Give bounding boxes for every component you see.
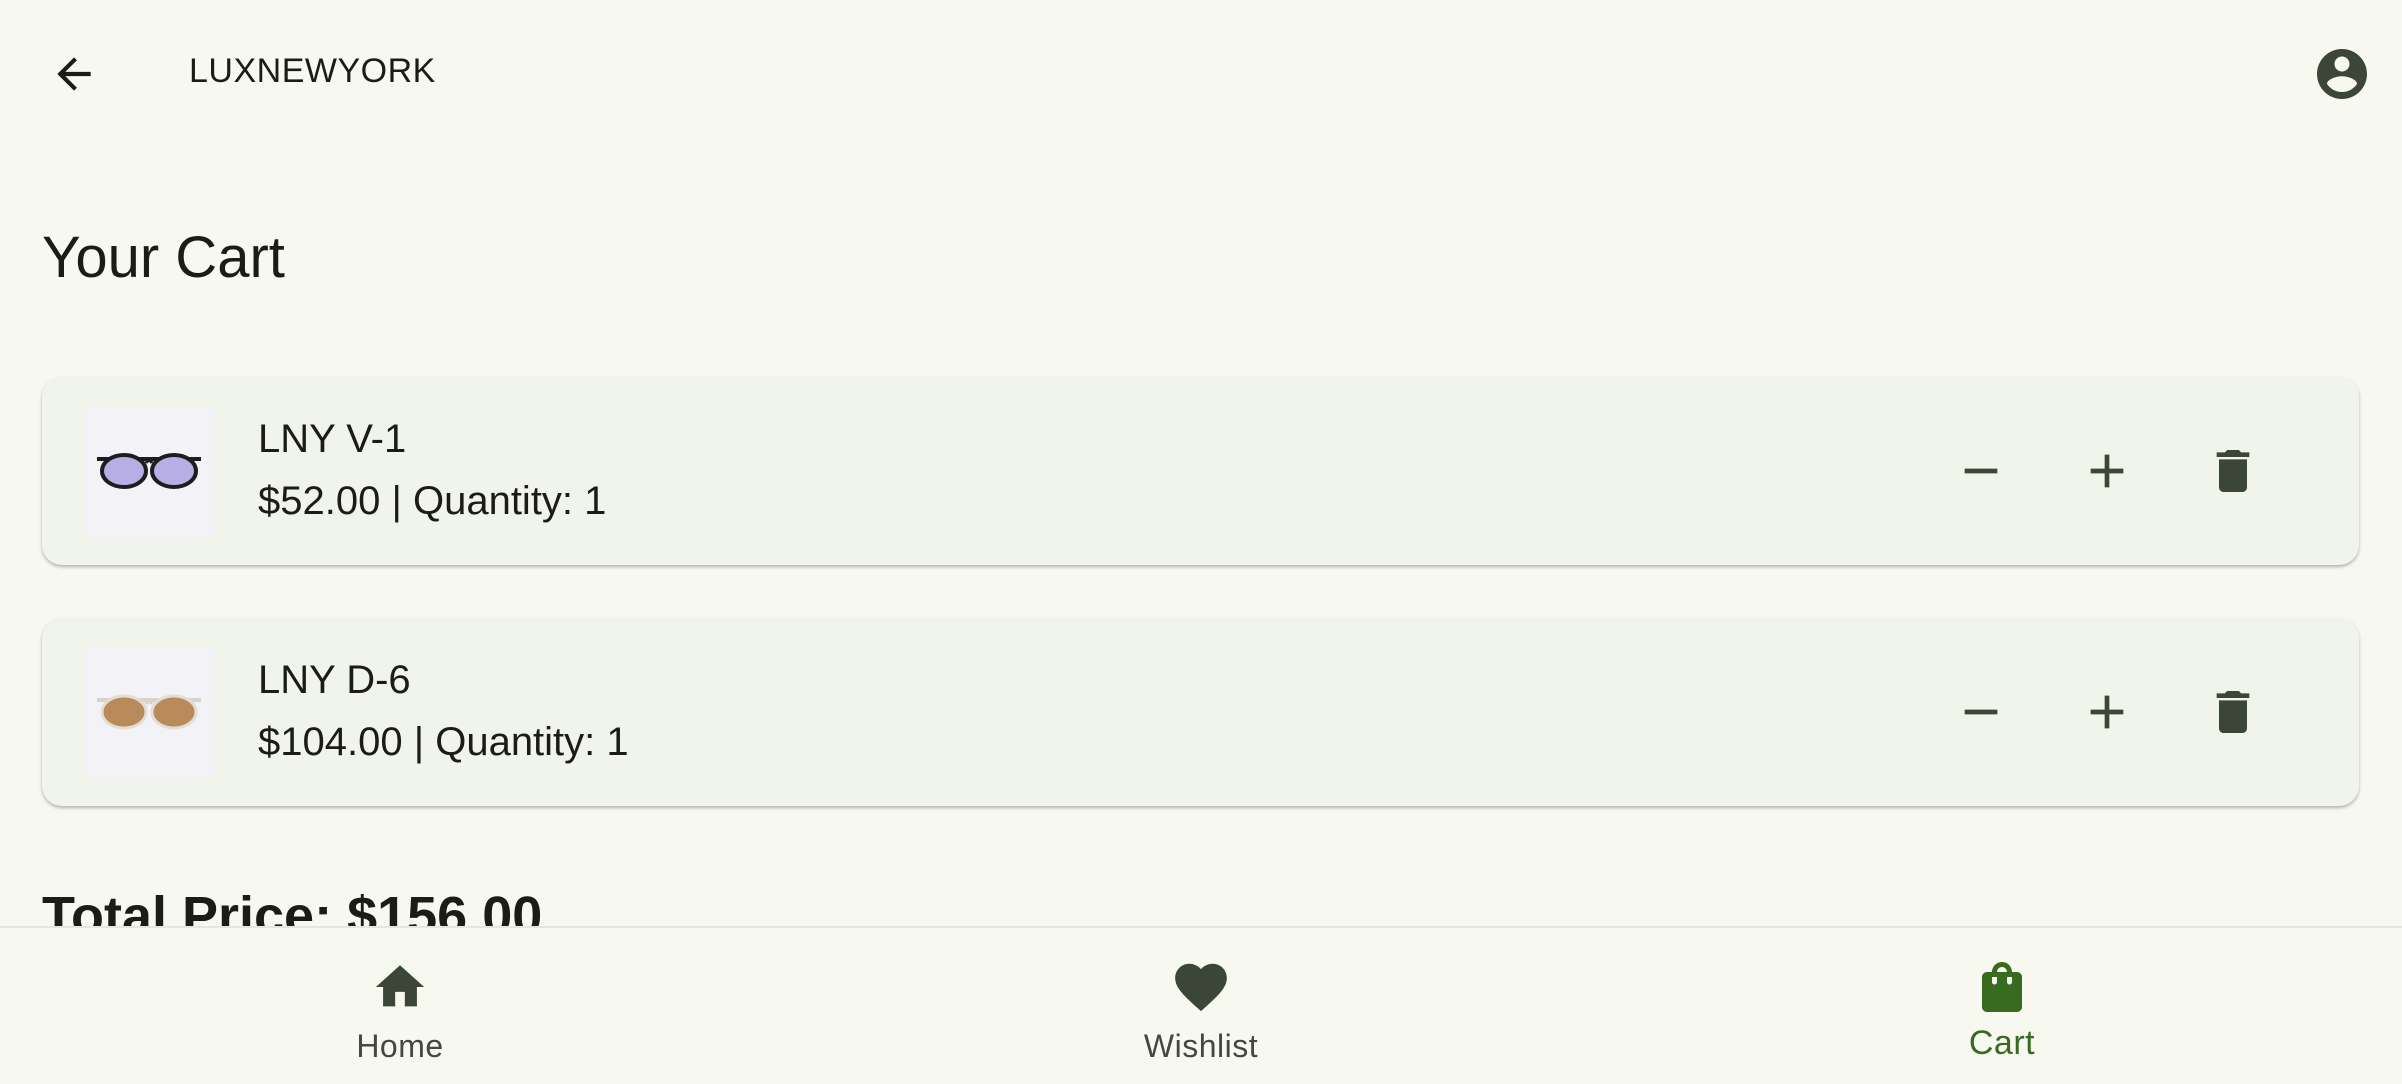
item-price-quantity: $52.00 | Quantity: 1 <box>258 479 607 523</box>
nav-item-wishlist[interactable]: Wishlist <box>801 928 1601 1084</box>
plus-icon <box>2090 454 2124 488</box>
item-name: LNY D-6 <box>258 658 411 702</box>
shopping-bag-icon <box>1982 962 2022 1012</box>
nav-label-wishlist: Wishlist <box>1143 1028 1259 1064</box>
nav-item-cart[interactable]: Cart <box>1602 928 2402 1084</box>
arrow-back-icon <box>57 57 91 91</box>
home-icon <box>375 965 425 1007</box>
product-image <box>84 407 214 537</box>
plus-icon <box>2090 695 2124 729</box>
bottom-navigation: Home Wishlist Cart <box>0 926 2402 1084</box>
app-title: LUXNEWYORK <box>189 52 436 90</box>
account-button[interactable] <box>2302 34 2382 114</box>
cart-item: LNY D-6 $104.00 | Quantity: 1 <box>42 618 2359 806</box>
item-price-quantity: $104.00 | Quantity: 1 <box>258 720 629 764</box>
trash-icon <box>2216 450 2250 492</box>
item-name: LNY V-1 <box>258 417 407 461</box>
app-bar: LUXNEWYORK <box>0 0 2402 148</box>
decrease-quantity-button[interactable] <box>1941 431 2021 511</box>
increase-quantity-button[interactable] <box>2067 431 2147 511</box>
cart-item: LNY V-1 $52.00 | Quantity: 1 <box>42 377 2359 565</box>
page-title: Your Cart <box>42 225 285 290</box>
minus-icon <box>1964 709 1998 715</box>
account-circle-icon <box>2317 49 2367 99</box>
sunglasses-icon <box>97 453 201 489</box>
nav-label-home: Home <box>356 1028 444 1064</box>
nav-item-home[interactable]: Home <box>0 928 800 1084</box>
trash-icon <box>2216 691 2250 733</box>
sunglasses-icon <box>97 694 201 730</box>
back-button[interactable] <box>36 36 112 112</box>
product-image <box>84 648 214 778</box>
heart-icon <box>1175 963 1227 1012</box>
decrease-quantity-button[interactable] <box>1941 672 2021 752</box>
minus-icon <box>1964 468 1998 474</box>
cart-list: LNY V-1 $52.00 | Quantity: 1 LNY D-6 $10… <box>42 377 2359 859</box>
increase-quantity-button[interactable] <box>2067 672 2147 752</box>
remove-item-button[interactable] <box>2193 431 2273 511</box>
remove-item-button[interactable] <box>2193 672 2273 752</box>
nav-label-cart: Cart <box>1968 1024 2036 1062</box>
